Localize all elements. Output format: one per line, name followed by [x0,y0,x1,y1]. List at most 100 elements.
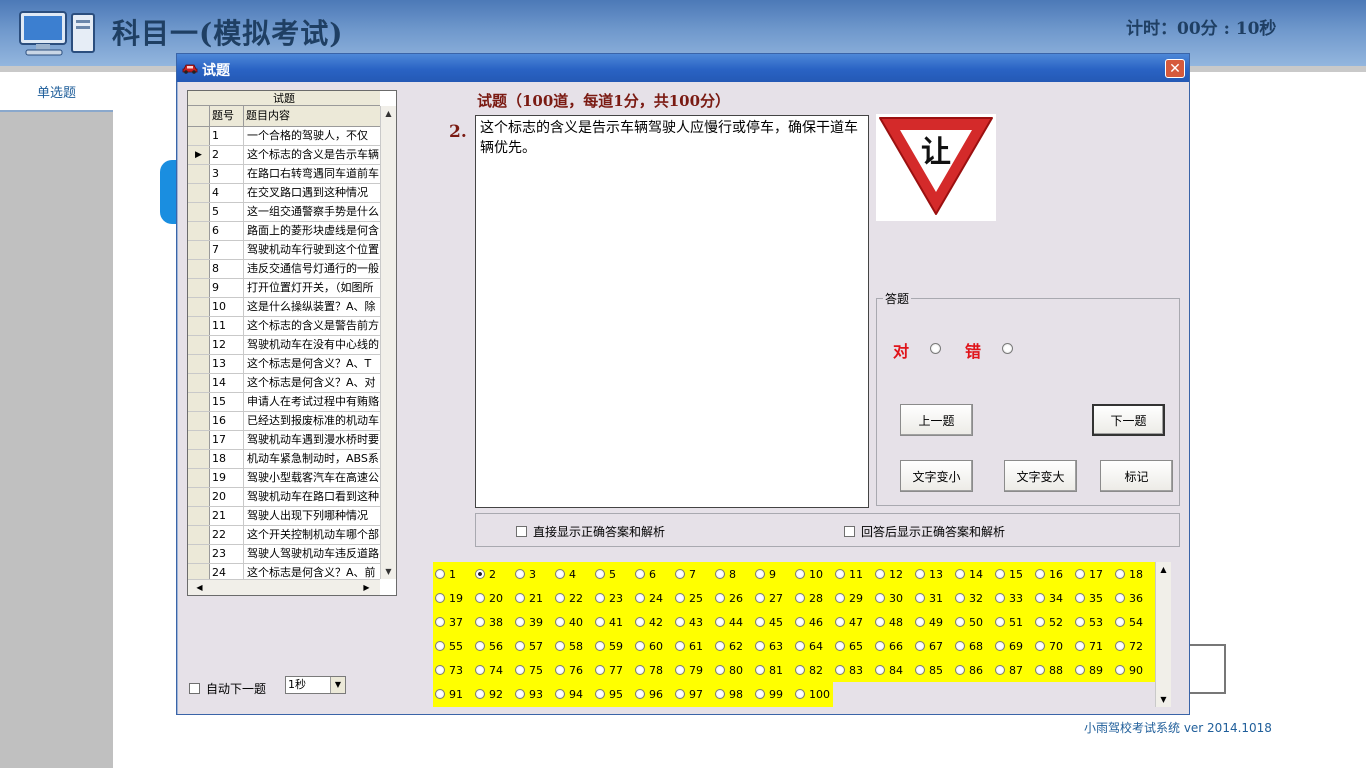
table-row[interactable]: 12 驾驶机动车在没有中心线的 [188,336,380,355]
question-nav-item[interactable]: 9 [755,564,776,584]
question-nav-item[interactable]: 41 [595,612,623,632]
question-nav-item[interactable]: 98 [715,684,743,704]
question-nav-radio[interactable] [955,593,965,603]
table-row[interactable]: 8 违反交通信号灯通行的一般 [188,260,380,279]
question-nav-item[interactable]: 46 [795,612,823,632]
question-nav-item[interactable]: 5 [595,564,616,584]
question-nav-item[interactable]: 26 [715,588,743,608]
question-nav-item[interactable]: 64 [795,636,823,656]
question-nav-item[interactable]: 56 [475,636,503,656]
question-nav-radio[interactable] [1115,617,1125,627]
table-row[interactable]: 11 这个标志的含义是警告前方 [188,317,380,336]
question-nav-item[interactable]: 16 [1035,564,1063,584]
question-nav-radio[interactable] [515,689,525,699]
row-selector[interactable] [188,488,210,506]
question-nav-item[interactable]: 82 [795,660,823,680]
question-nav-item[interactable]: 87 [995,660,1023,680]
question-nav-radio[interactable] [1115,641,1125,651]
question-nav-item[interactable]: 100 [795,684,830,704]
table-row[interactable]: 16 已经达到报废标准的机动车 [188,412,380,431]
show-after-checkbox[interactable] [844,526,855,537]
question-nav-radio[interactable] [875,569,885,579]
question-nav-radio[interactable] [555,593,565,603]
table-row[interactable]: 5 这一组交通警察手势是什么 [188,203,380,222]
question-nav-item[interactable]: 86 [955,660,983,680]
question-nav-item[interactable]: 25 [675,588,703,608]
question-nav-item[interactable]: 52 [1035,612,1063,632]
question-nav-radio[interactable] [435,689,445,699]
chevron-down-icon[interactable]: ▼ [330,677,345,693]
question-nav-radio[interactable] [995,593,1005,603]
question-nav-radio[interactable] [835,569,845,579]
question-nav-scroll[interactable]: ▲ ▼ [1155,562,1171,707]
row-selector[interactable] [188,564,210,579]
question-nav-radio[interactable] [635,689,645,699]
question-nav-item[interactable]: 40 [555,612,583,632]
scroll-up-icon[interactable]: ▲ [381,106,396,121]
question-nav-item[interactable]: 94 [555,684,583,704]
question-nav-radio[interactable] [635,593,645,603]
question-nav-radio[interactable] [595,641,605,651]
question-nav-item[interactable]: 17 [1075,564,1103,584]
question-nav-item[interactable]: 90 [1115,660,1143,680]
table-row[interactable]: 1 一个合格的驾驶人，不仅 [188,127,380,146]
question-nav-radio[interactable] [835,665,845,675]
row-selector[interactable] [188,241,210,259]
table-row[interactable]: 23 驾驶人驾驶机动车违反道路 [188,545,380,564]
question-nav-radio[interactable] [795,569,805,579]
question-nav-item[interactable]: 4 [555,564,576,584]
question-nav-radio[interactable] [675,689,685,699]
row-selector[interactable] [188,336,210,354]
question-nav-item[interactable]: 79 [675,660,703,680]
question-nav-item[interactable]: 89 [1075,660,1103,680]
question-nav-item[interactable]: 36 [1115,588,1143,608]
row-selector[interactable] [188,412,210,430]
question-nav-radio[interactable] [1075,641,1085,651]
question-nav-item[interactable]: 91 [435,684,463,704]
row-selector[interactable] [188,317,210,335]
scroll-up-icon[interactable]: ▲ [1156,562,1171,577]
table-row[interactable]: 7 驾驶机动车行驶到这个位置 [188,241,380,260]
show-after-option[interactable]: 回答后显示正确答案和解析 [844,523,1005,540]
question-nav-radio[interactable] [675,641,685,651]
question-nav-item[interactable]: 48 [875,612,903,632]
question-nav-radio[interactable] [1035,593,1045,603]
question-nav-item[interactable]: 22 [555,588,583,608]
question-nav-radio[interactable] [915,593,925,603]
question-nav-item[interactable]: 27 [755,588,783,608]
question-nav-item[interactable]: 72 [1115,636,1143,656]
question-nav-radio[interactable] [1035,569,1045,579]
question-nav-radio[interactable] [755,689,765,699]
question-nav-radio[interactable] [955,617,965,627]
question-nav-radio[interactable] [1115,593,1125,603]
question-nav-radio[interactable] [515,593,525,603]
question-nav-item[interactable]: 95 [595,684,623,704]
question-list-vscroll[interactable]: ▲ ▼ [380,106,396,579]
question-nav-radio[interactable] [635,665,645,675]
table-row[interactable]: 24 这个标志是何含义？A、前 [188,564,380,579]
question-nav-radio[interactable] [1115,665,1125,675]
question-nav-radio[interactable] [915,569,925,579]
question-nav-radio[interactable] [595,569,605,579]
question-list-hscroll[interactable]: ◀ ▶ [188,579,380,595]
question-nav-item[interactable]: 37 [435,612,463,632]
table-row[interactable]: 21 驾驶人出现下列哪种情况 [188,507,380,526]
question-list-table[interactable]: 试题 题号 题目内容 1 一个合格的驾驶人，不仅 ▶ 2 这个标志的含义是告示车辆 3 在路… [187,90,397,596]
question-nav-item[interactable]: 93 [515,684,543,704]
question-nav-item[interactable]: 10 [795,564,823,584]
question-nav-radio[interactable] [675,569,685,579]
question-nav-radio[interactable] [915,617,925,627]
question-nav-radio[interactable] [1035,617,1045,627]
question-nav-radio[interactable] [1075,569,1085,579]
table-row[interactable]: 15 申请人在考试过程中有贿赂 [188,393,380,412]
question-nav-item[interactable]: 80 [715,660,743,680]
auto-next-checkbox[interactable] [189,683,200,694]
question-nav-item[interactable]: 58 [555,636,583,656]
question-nav-radio[interactable] [475,641,485,651]
question-nav-radio[interactable] [595,689,605,699]
question-nav-radio[interactable] [795,689,805,699]
question-nav-radio[interactable] [995,665,1005,675]
question-nav-radio[interactable] [835,617,845,627]
question-nav-radio[interactable] [715,569,725,579]
question-nav-radio[interactable] [595,665,605,675]
